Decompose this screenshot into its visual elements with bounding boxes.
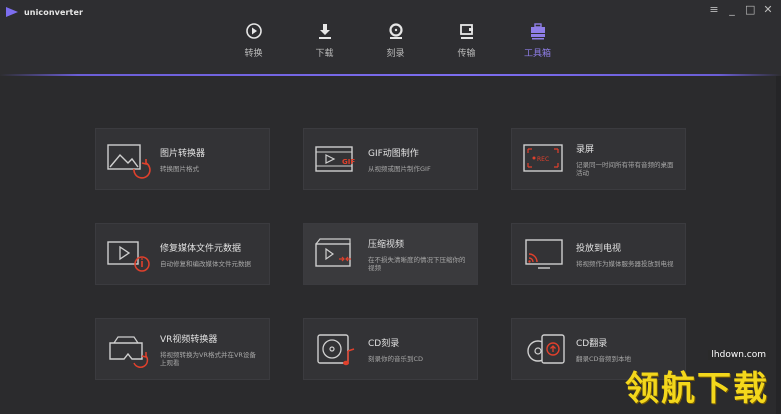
vr-convert-icon xyxy=(109,336,149,368)
tab-toolbox[interactable]: 工具箱 xyxy=(502,22,573,66)
tool-desc: 转换图片格式 xyxy=(160,164,199,173)
tool-title: 录屏 xyxy=(576,144,595,155)
app-name: uniconverter xyxy=(24,7,84,17)
screen-record-icon: REC xyxy=(523,144,563,172)
transfer-icon xyxy=(459,24,473,39)
tool-desc: 翻录CD音频到本地 xyxy=(576,354,632,363)
tool-card-metadata-fix[interactable]: 修复媒体文件元数据 自动修复和编改媒体文件元数据 xyxy=(95,223,270,285)
tool-title: 投放到电视 xyxy=(576,243,622,254)
main-nav: 转换 下载 刻录 传输 工具箱 xyxy=(218,22,573,66)
tool-desc: 刻录你的音乐到CD xyxy=(368,354,424,363)
tool-desc: 将视频作为媒体服务器投放到电视 xyxy=(576,259,674,268)
tab-download-label: 下载 xyxy=(315,49,334,59)
tool-title: 修复媒体文件元数据 xyxy=(160,243,242,254)
tab-burn-label: 刻录 xyxy=(386,49,405,59)
minimize-button[interactable]: _ xyxy=(727,4,737,16)
tool-card-gif-maker[interactable]: GIF GIF动图制作 从视频或图片制作GIF xyxy=(303,128,478,190)
tool-title: CD翻录 xyxy=(576,338,608,349)
tool-desc: 将视频转换为VR格式并在VR设备上观看 xyxy=(160,350,256,367)
window-controls: ≡ _ □ ✕ xyxy=(709,4,773,16)
tab-toolbox-label: 工具箱 xyxy=(523,49,551,59)
tab-transfer-label: 传输 xyxy=(457,49,476,59)
tool-card-cd-burner[interactable]: CD刻录 刻录你的音乐到CD xyxy=(303,318,478,380)
menu-button[interactable]: ≡ xyxy=(709,4,719,16)
metadata-fix-icon xyxy=(107,241,150,272)
toolbox-icon xyxy=(530,23,545,40)
title-bar: uniconverter ≡ _ □ ✕ 转换 下载 刻录 传输 工具箱 xyxy=(0,0,781,74)
app-logo-icon xyxy=(6,7,18,17)
cast-tv-icon xyxy=(525,239,563,269)
svg-text:REC: REC xyxy=(537,156,549,163)
tab-convert-label: 转换 xyxy=(244,49,263,59)
tool-title: CD刻录 xyxy=(368,338,400,349)
tool-card-compress-video[interactable]: 压缩视频 在不损失清晰度的情况下压缩你的视频 xyxy=(303,223,478,285)
image-convert-icon xyxy=(107,144,151,179)
burn-icon xyxy=(388,23,403,39)
scrollbar[interactable] xyxy=(776,76,781,414)
tool-card-vr-converter[interactable]: VR视频转换器 将视频转换为VR格式并在VR设备上观看 xyxy=(95,318,270,380)
svg-text:GIF: GIF xyxy=(342,158,355,166)
watermark-text: 领航下载 xyxy=(625,369,769,409)
tool-desc: 自动修复和编改媒体文件元数据 xyxy=(160,259,251,268)
maximize-button[interactable]: □ xyxy=(745,4,755,16)
tool-desc: 在不损失清晰度的情况下压缩你的视频 xyxy=(368,255,466,272)
watermark: lhdown.com 领航下载 xyxy=(625,342,769,410)
cd-burn-icon xyxy=(317,334,355,366)
app-brand: uniconverter xyxy=(6,7,83,17)
compress-video-icon xyxy=(315,238,351,267)
tab-transfer[interactable]: 传输 xyxy=(431,22,502,66)
tool-title: 压缩视频 xyxy=(368,239,405,250)
tool-title: 图片转换器 xyxy=(160,148,206,159)
tool-card-cast-to-tv[interactable]: 投放到电视 将视频作为媒体服务器投放到电视 xyxy=(511,223,686,285)
tool-title: VR视频转换器 xyxy=(160,334,218,345)
tool-title: GIF动图制作 xyxy=(368,148,419,159)
watermark-url: lhdown.com xyxy=(708,350,769,360)
tool-desc: 从视频或图片制作GIF xyxy=(368,164,431,173)
cd-rip-icon xyxy=(527,334,565,364)
tab-convert[interactable]: 转换 xyxy=(218,22,289,66)
close-button[interactable]: ✕ xyxy=(763,4,773,16)
tool-card-screen-recorder[interactable]: REC 录屏 记录同一时间所有带有音频的桌面活动 xyxy=(511,128,686,190)
download-icon xyxy=(318,24,331,39)
gif-maker-icon: GIF xyxy=(315,146,355,172)
tool-card-image-converter[interactable]: 图片转换器 转换图片格式 xyxy=(95,128,270,190)
tab-burn[interactable]: 刻录 xyxy=(360,22,431,66)
convert-icon xyxy=(245,23,262,39)
tool-desc: 记录同一时间所有带有音频的桌面活动 xyxy=(576,160,674,177)
tab-download[interactable]: 下载 xyxy=(289,22,360,66)
